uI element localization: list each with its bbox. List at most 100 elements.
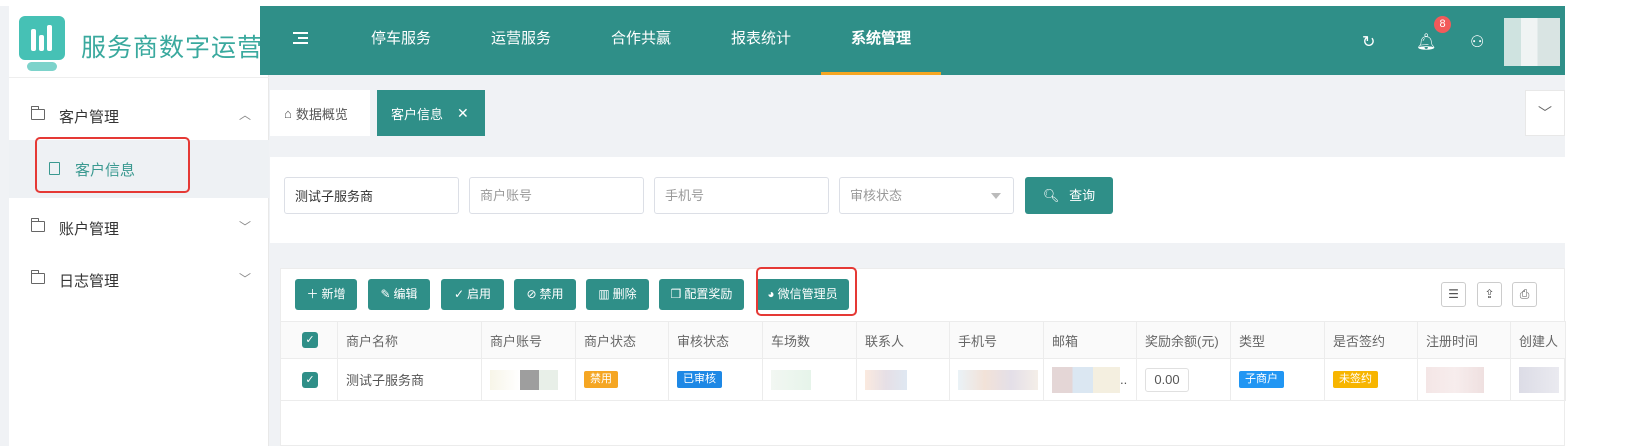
gift-icon: ❒ <box>670 287 682 301</box>
logo-icon <box>19 16 65 60</box>
query-label: 查询 <box>1069 188 1096 203</box>
logo[interactable]: 服务商数字运营 <box>9 6 269 78</box>
table-row[interactable]: ✓ 测试子服务商 禁用 已审核 .. 0.00 子商户 未签约 <box>281 359 1566 401</box>
delete-button[interactable]: ▥ 删除 <box>586 279 649 310</box>
query-button[interactable]: 🔍︎ 查询 <box>1025 177 1113 214</box>
tab-label: 数据概览 <box>295 106 348 122</box>
trash-icon: ▥ <box>598 287 610 301</box>
col-reward-balance: 奖励余额(元) <box>1137 322 1231 358</box>
folder-icon <box>30 106 45 120</box>
chevron-down-icon: ﹀ <box>238 220 251 234</box>
enable-label: 启用 <box>467 287 492 301</box>
merchant-account-input[interactable] <box>469 177 644 214</box>
nav-cooperation[interactable]: 合作共赢 <box>600 6 682 75</box>
sidebar-group-account[interactable]: 账户管理 ﹀ <box>9 202 269 254</box>
nav-operation[interactable]: 运营服务 <box>480 6 562 75</box>
cell-phone <box>950 359 1044 400</box>
avatar[interactable] <box>1504 18 1560 66</box>
col-lot-count: 车场数 <box>763 322 857 358</box>
cell-register-time <box>1418 359 1511 400</box>
tabs-dropdown-chevron-icon[interactable]: ﹀ <box>1525 90 1565 136</box>
audit-badge: 已审核 <box>677 371 722 388</box>
top-navbar: 停车服务 运营服务 合作共赢 报表统计 系统管理 ↻ 🔔︎ 8 ⚇ <box>260 6 1565 75</box>
logo-base-icon <box>27 62 57 71</box>
delete-label: 删除 <box>612 287 637 301</box>
col-signed: 是否签约 <box>1325 322 1418 358</box>
edit-label: 编辑 <box>393 287 418 301</box>
ban-icon: ⊘ <box>526 287 537 301</box>
add-label: 新增 <box>321 287 346 301</box>
signed-badge: 未签约 <box>1333 371 1378 388</box>
disable-button[interactable]: ⊘ 禁用 <box>514 279 576 310</box>
sidebar-group-label: 客户管理 <box>59 109 120 126</box>
cell-contact <box>857 359 950 400</box>
tab-customer-info[interactable]: 客户信息 ✕ <box>377 90 485 136</box>
select-all-checkbox[interactable]: ✓ <box>281 322 338 358</box>
col-register-time: 注册时间 <box>1418 322 1511 358</box>
cell-creator <box>1511 359 1566 400</box>
reward-balance-value: 0.00 <box>1145 367 1189 392</box>
cell-signed: 未签约 <box>1325 359 1418 400</box>
col-merchant-status: 商户状态 <box>576 322 669 358</box>
refresh-icon[interactable]: ↻ <box>1362 32 1375 52</box>
col-audit-status: 审核状态 <box>669 322 763 358</box>
cell-merchant-status: 禁用 <box>576 359 669 400</box>
cell-email: .. <box>1044 359 1137 400</box>
table-panel: ＋新增 ✎ 编辑 ✓ 启用 ⊘ 禁用 ▥ 删除 ❒ 配置奖励 ◕ 微信管理员 ☰ ⇪ ⎙ ✓… <box>280 268 1566 446</box>
plus-icon: ＋ <box>306 287 319 301</box>
merchant-name-input[interactable] <box>284 177 459 214</box>
add-button[interactable]: ＋新增 <box>295 279 357 310</box>
col-phone: 手机号 <box>950 322 1044 358</box>
nav-system[interactable]: 系统管理 <box>821 6 941 75</box>
edit-button[interactable]: ✎ 编辑 <box>368 279 430 310</box>
column-filter-icon[interactable]: ☰ <box>1441 282 1466 307</box>
col-email: 邮箱 <box>1044 322 1137 358</box>
sidebar-group-label: 账户管理 <box>59 221 120 238</box>
close-icon[interactable]: ✕ <box>457 105 469 122</box>
bell-icon[interactable]: 🔔︎ <box>1416 32 1436 52</box>
nav-parking[interactable]: 停车服务 <box>360 6 442 75</box>
notification-badge: 8 <box>1434 16 1451 33</box>
sidebar: 服务商数字运营 客户管理 ︿ 客户信息 账户管理 ﹀ 日志管理 ﹀ <box>9 6 269 446</box>
reward-label: 配置奖励 <box>684 287 733 301</box>
status-badge: 禁用 <box>584 371 618 388</box>
chevron-down-icon: ﹀ <box>238 272 251 286</box>
highlight-box-wechat <box>756 267 857 316</box>
check-icon: ✓ <box>302 332 318 348</box>
menu-toggle-icon[interactable] <box>293 31 308 45</box>
folder-icon <box>30 218 45 232</box>
pencil-icon: ✎ <box>380 287 391 301</box>
print-icon[interactable]: ⎙ <box>1512 282 1537 307</box>
sidebar-group-label: 日志管理 <box>59 273 120 290</box>
search-panel: 审核状态 🔍︎ 查询 <box>270 157 1565 243</box>
sidebar-group-customer[interactable]: 客户管理 ︿ <box>9 90 269 142</box>
cell-lot-count <box>763 359 857 400</box>
highlight-box-sidebar <box>35 137 190 193</box>
col-merchant-name: 商户名称 <box>338 322 482 358</box>
export-icon[interactable]: ⇪ <box>1477 282 1502 307</box>
tab-dashboard[interactable]: ⌂ 数据概览 <box>270 90 370 136</box>
phone-input[interactable] <box>654 177 829 214</box>
check-icon: ✓ <box>302 371 318 388</box>
col-contact: 联系人 <box>857 322 950 358</box>
cell-merchant-account <box>482 359 576 400</box>
cell-audit-status: 已审核 <box>669 359 763 400</box>
check-circle-icon: ✓ <box>453 287 465 301</box>
reward-config-button[interactable]: ❒ 配置奖励 <box>659 279 744 310</box>
enable-button[interactable]: ✓ 启用 <box>441 279 504 310</box>
nav-reports[interactable]: 报表统计 <box>720 6 802 75</box>
col-merchant-account: 商户账号 <box>482 322 576 358</box>
row-checkbox[interactable]: ✓ <box>281 359 338 400</box>
disable-label: 禁用 <box>539 287 564 301</box>
chevron-up-icon: ︿ <box>238 108 251 122</box>
search-icon: 🔍︎ <box>1042 188 1060 203</box>
cell-type: 子商户 <box>1231 359 1325 400</box>
sidebar-group-log[interactable]: 日志管理 ﹀ <box>9 254 269 306</box>
col-type: 类型 <box>1231 322 1325 358</box>
home-icon: ⌂ <box>284 105 292 121</box>
col-creator: 创建人 <box>1511 322 1566 358</box>
app-title: 服务商数字运营 <box>81 34 264 62</box>
tab-label: 客户信息 <box>391 106 444 122</box>
audit-status-select[interactable]: 审核状态 <box>839 177 1014 214</box>
user-icon[interactable]: ⚇ <box>1470 32 1484 52</box>
